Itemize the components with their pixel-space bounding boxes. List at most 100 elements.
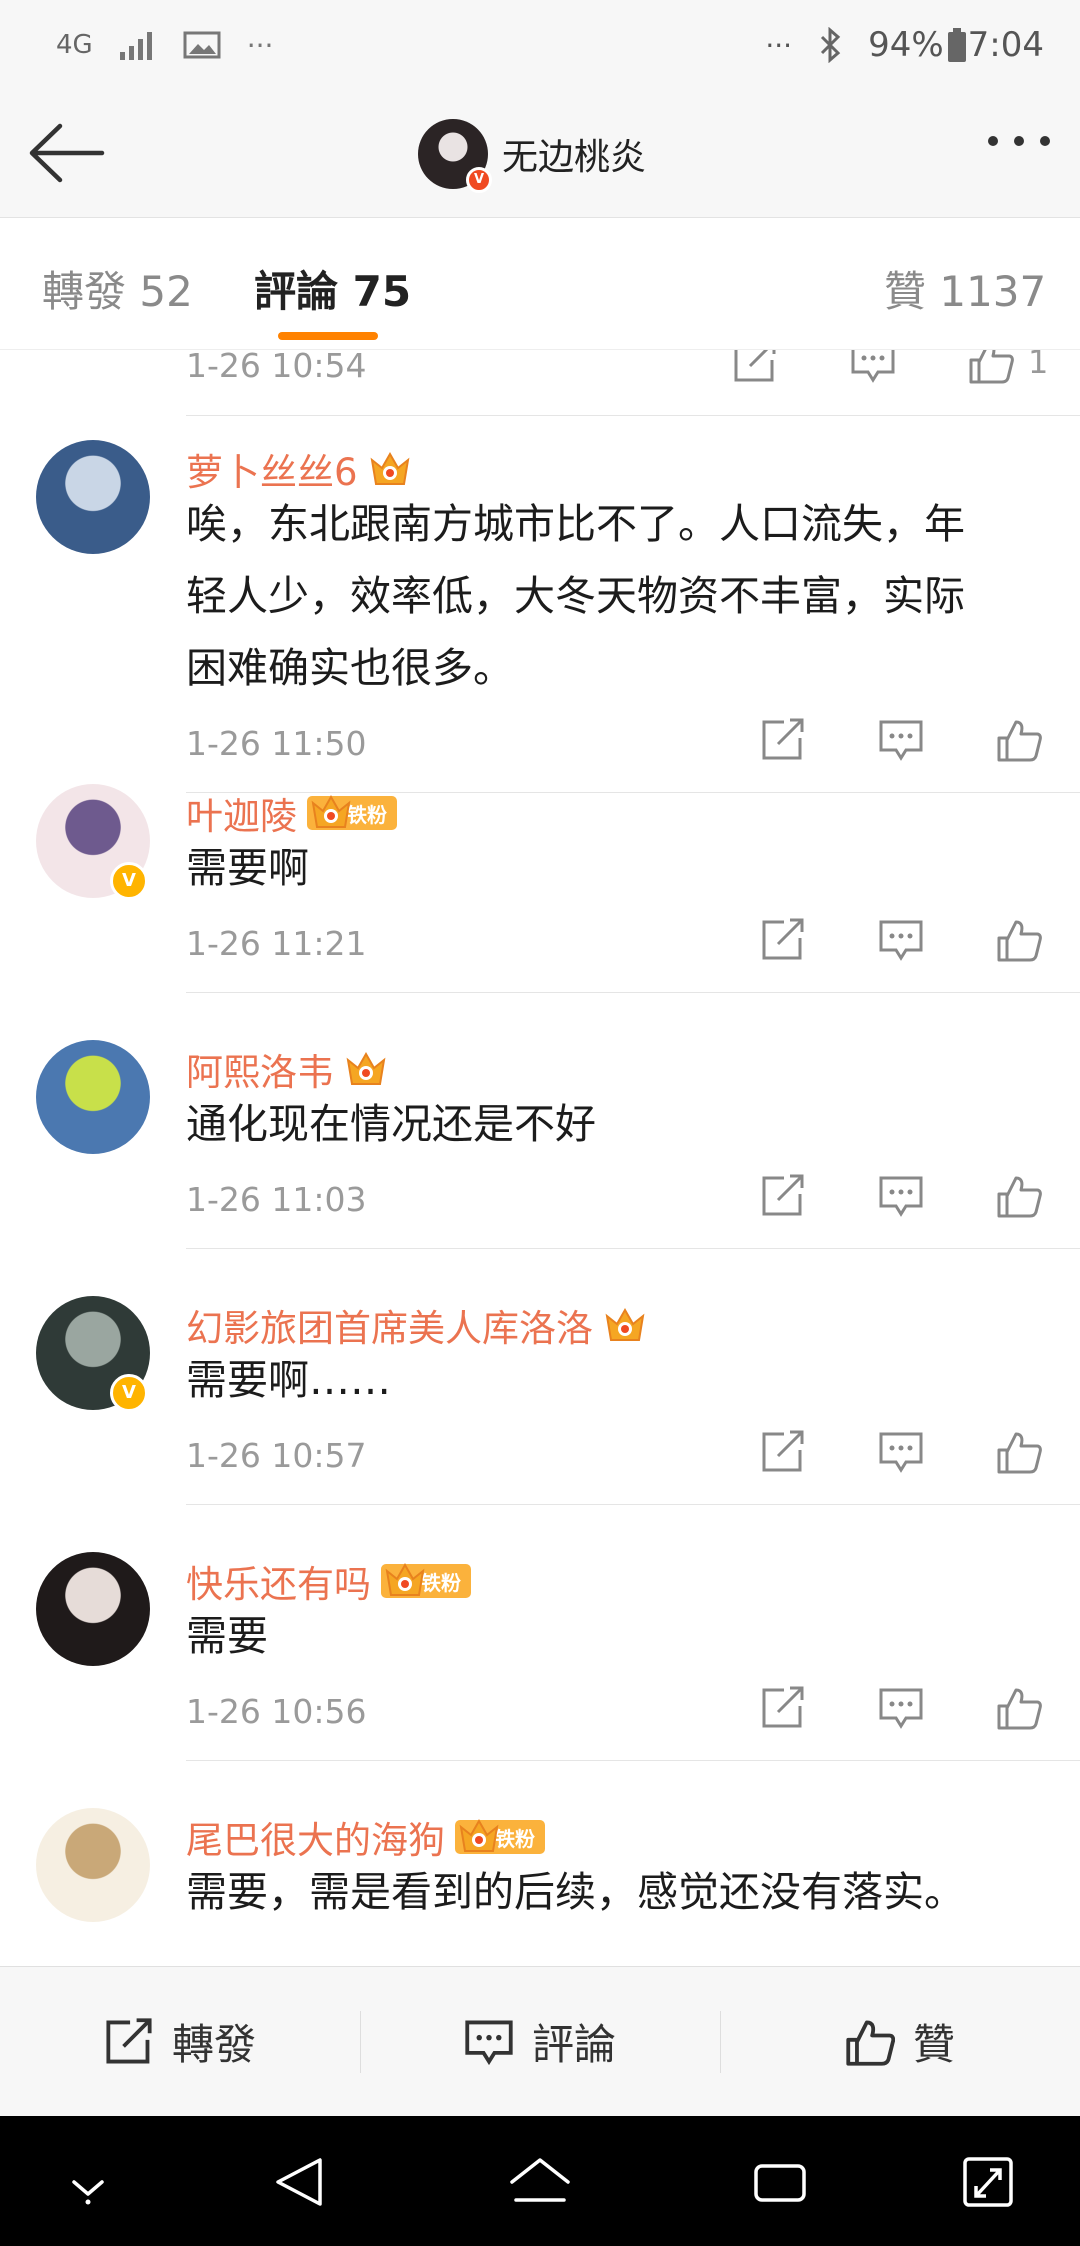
comment-text: 需要 (186, 1600, 1046, 1672)
avatar[interactable] (36, 1040, 150, 1154)
signal-icon (119, 32, 152, 60)
crown-icon (309, 793, 353, 831)
verified-badge: V (466, 167, 492, 193)
more-notifications: ··· (246, 28, 274, 62)
avatar[interactable] (36, 1552, 150, 1666)
repost-button[interactable]: 轉發 (0, 1967, 360, 2116)
comment-time: 1-26 11:21 (186, 924, 367, 963)
comment-actions (760, 918, 1042, 962)
chevron-down-icon[interactable] (66, 2152, 110, 2212)
comment-text: 需要啊…… (186, 1344, 1046, 1416)
bottom-toolbar: 轉發 評論 贊 (0, 1966, 1080, 2116)
verified-badge: V (110, 1374, 148, 1412)
repost-icon[interactable] (732, 350, 778, 384)
comment-actions (760, 1686, 1042, 1730)
fan-badge-label: 铁粉 (421, 1570, 461, 1595)
comment-text-line: 通化现在情况还是不好 (186, 1100, 596, 1148)
comment-time: 1-26 10:54 (186, 350, 367, 385)
comment-text-line: 需要 (186, 1612, 268, 1660)
page-title: 无边桃炎 (502, 137, 647, 178)
comment-button[interactable]: 評論 (360, 1967, 720, 2116)
crown-icon (368, 450, 412, 488)
like-icon[interactable] (996, 1686, 1042, 1730)
avatar[interactable]: V (418, 119, 492, 193)
like-icon[interactable] (968, 350, 1014, 384)
network-label: 4G (56, 30, 93, 60)
comment-time: 1-26 10:57 (186, 1436, 367, 1475)
comment-text-line: 轻人少，效率低，大冬天物资不丰富，实际 (186, 572, 965, 620)
avatar[interactable] (36, 1808, 150, 1922)
more-options-icon[interactable] (988, 136, 1050, 146)
back-arrow-icon[interactable] (26, 120, 106, 186)
reply-icon[interactable] (878, 1686, 924, 1730)
fan-badge: 铁粉 (455, 1817, 545, 1855)
crown-icon (457, 1817, 501, 1855)
like-icon[interactable] (996, 1174, 1042, 1218)
reply-icon[interactable] (878, 918, 924, 962)
divider (186, 1504, 1080, 1505)
like-icon[interactable] (996, 918, 1042, 962)
image-icon (183, 31, 221, 59)
fan-badge: 铁粉 (381, 1561, 471, 1599)
profile-header[interactable]: V 无边桃炎 (418, 118, 647, 193)
comment-time: 1-26 10:56 (186, 1692, 367, 1731)
repost-icon[interactable] (760, 718, 806, 762)
recents-icon[interactable] (750, 2152, 810, 2212)
crown-icon (344, 1050, 388, 1088)
tab-reposts[interactable]: 轉發 52 (42, 258, 193, 319)
like-button[interactable]: 贊 (720, 1967, 1080, 2116)
fan-badge-label: 铁粉 (347, 802, 387, 827)
verified-badge: V (110, 862, 148, 900)
tab-bar: 轉發 52 評論 75 贊 1137 (0, 218, 1080, 350)
top-nav-bar: V 无边桃炎 (0, 90, 1080, 218)
repost-icon (106, 2017, 152, 2063)
battery-percent: 94% (868, 25, 944, 65)
like-icon[interactable] (996, 718, 1042, 762)
tab-comments[interactable]: 評論 75 (254, 258, 411, 319)
comment-actions (760, 718, 1042, 762)
comment-time: 1-26 11:03 (186, 1180, 367, 1219)
crown-icon (383, 1561, 427, 1599)
comment-time: 1-26 11:50 (186, 724, 367, 763)
comment-text: 需要，需是看到的后续，感觉还没有落实。 (186, 1856, 1046, 1928)
comment-icon (465, 2020, 513, 2065)
comment-text-line: 唉，东北跟南方城市比不了。人口流失，年 (186, 500, 965, 548)
like-count: 1 (1028, 350, 1049, 381)
repost-icon[interactable] (760, 1686, 806, 1730)
comment-text: 唉，东北跟南方城市比不了。人口流失，年 轻人少，效率低，大冬天物资不丰富，实际 困难… (186, 488, 1046, 704)
reply-icon[interactable] (878, 718, 924, 762)
repost-icon[interactable] (760, 1174, 806, 1218)
active-tab-indicator (278, 332, 378, 340)
repost-icon[interactable] (760, 918, 806, 962)
clock: 7:04 (967, 25, 1044, 65)
reply-icon[interactable] (878, 1430, 924, 1474)
avatar[interactable] (36, 440, 150, 554)
tab-likes[interactable]: 贊 1137 (884, 258, 1046, 319)
comment-list[interactable]: 1-26 10:54 1 萝卜丝丝6 唉，东北跟南方城市比不了。人口流失，年 轻人少… (0, 350, 1080, 1966)
bluetooth-icon (821, 27, 841, 63)
like-icon[interactable] (996, 1430, 1042, 1474)
divider (186, 1760, 1080, 1761)
divider (186, 1248, 1080, 1249)
back-triangle-icon[interactable] (272, 2152, 328, 2212)
reply-icon[interactable] (878, 1174, 924, 1218)
divider (186, 992, 1080, 993)
expand-icon[interactable] (960, 2152, 1016, 2212)
status-dots: ··· (765, 28, 793, 62)
comment-text: 需要啊 (186, 832, 1046, 904)
fan-badge-label: 铁粉 (495, 1826, 535, 1851)
comment-actions (760, 1174, 1042, 1218)
comment-text-line: 需要啊 (186, 844, 309, 892)
battery-icon (947, 28, 966, 62)
system-navigation-bar (0, 2116, 1080, 2246)
comment-text-line: 需要，需是看到的后续，感觉还没有落实。 (186, 1868, 965, 1916)
comment-text-line: 困难确实也很多。 (186, 644, 514, 692)
like-icon (846, 2020, 895, 2066)
status-bar: 4G ··· ··· 94% 7:04 (0, 0, 1080, 90)
repost-icon[interactable] (760, 1430, 806, 1474)
repost-label: 轉發 (171, 2020, 256, 2069)
home-icon[interactable] (508, 2152, 572, 2212)
comment-actions (760, 1430, 1042, 1474)
comment-text: 通化现在情况还是不好 (186, 1088, 1046, 1160)
reply-icon[interactable] (850, 350, 896, 384)
